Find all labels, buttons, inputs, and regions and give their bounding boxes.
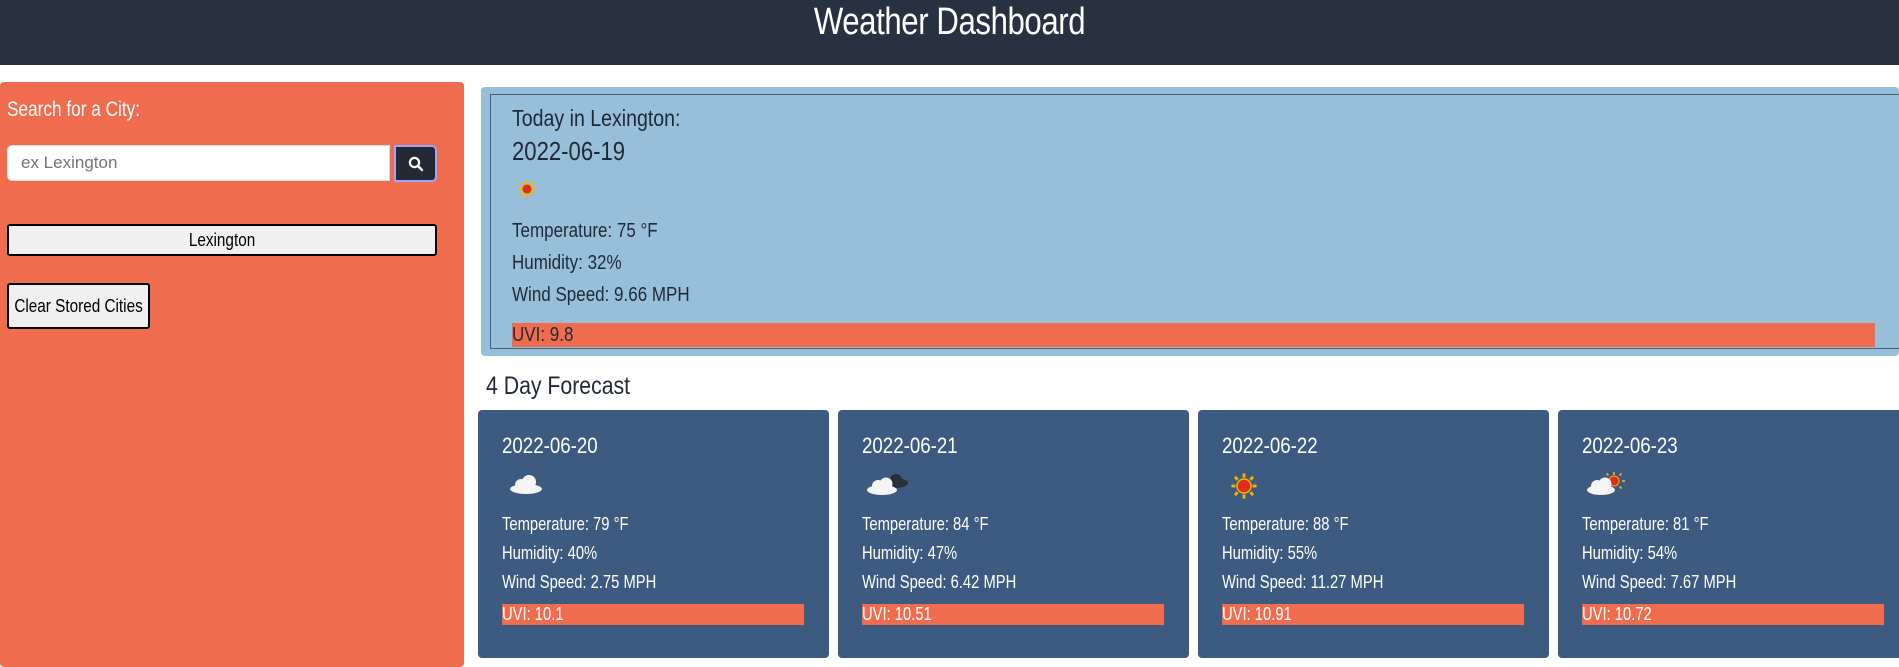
stored-city-label: Lexington: [188, 229, 256, 250]
today-uvi: UVI: 9.8: [512, 324, 574, 346]
today-humidity: Humidity: 32%: [512, 252, 622, 274]
partly-cloudy-icon: [1587, 472, 1625, 495]
cloud-icon: [510, 475, 542, 494]
forecast-temperature: Temperature: 81 °F: [1582, 514, 1709, 534]
today-temperature: Temperature: 75 °F: [512, 220, 658, 242]
forecast-card: 2022-06-20 Temperature: 79 °F Humidity: …: [478, 410, 829, 658]
forecast-date: 2022-06-20: [502, 433, 598, 458]
forecast-uvi: UVI: 10.51: [862, 604, 932, 624]
today-weather-panel: Today in Lexington: 2022-06-19 Temperatu…: [481, 87, 1899, 356]
page-title: Weather Dashboard: [813, 1, 1086, 43]
today-date: 2022-06-19: [512, 136, 626, 166]
forecast-card: 2022-06-21 Temperature: 84 °F Humidity: …: [838, 410, 1189, 658]
search-icon: [408, 156, 423, 171]
today-heading: Today in Lexington:: [512, 105, 681, 131]
forecast-temperature: Temperature: 79 °F: [502, 514, 629, 534]
today-weather-frame: Today in Lexington: 2022-06-19 Temperatu…: [490, 94, 1899, 349]
forecast-humidity: Humidity: 54%: [1582, 543, 1678, 563]
forecast-temperature: Temperature: 84 °F: [862, 514, 989, 534]
today-wind: Wind Speed: 9.66 MPH: [512, 284, 690, 306]
forecast-date: 2022-06-23: [1582, 433, 1678, 458]
forecast-humidity: Humidity: 40%: [502, 543, 598, 563]
forecast-card: 2022-06-23 Temperature: 81 °F Humidity: …: [1558, 410, 1899, 658]
today-uvi-bar: UVI: 9.8: [512, 323, 1875, 347]
forecast-uvi-bar: UVI: 10.1: [502, 604, 804, 625]
stored-city-button[interactable]: Lexington: [7, 224, 437, 256]
sun-icon: [518, 180, 536, 198]
forecast-uvi-bar: UVI: 10.72: [1582, 604, 1884, 625]
clear-cities-button[interactable]: Clear Stored Cities: [7, 283, 150, 329]
forecast-temperature: Temperature: 88 °F: [1222, 514, 1349, 534]
forecast-date: 2022-06-21: [862, 433, 958, 458]
forecast-wind: Wind Speed: 2.75 MPH: [502, 572, 657, 592]
forecast-uvi-bar: UVI: 10.51: [862, 604, 1164, 625]
sun-icon: [1231, 473, 1257, 499]
clear-cities-label: Clear Stored Cities: [14, 295, 143, 316]
forecast-humidity: Humidity: 55%: [1222, 543, 1318, 563]
forecast-card: 2022-06-22 Temperature: 88 °F Humidity: …: [1198, 410, 1549, 658]
forecast-title: 4 Day Forecast: [486, 372, 631, 400]
city-search-input[interactable]: [7, 145, 390, 181]
forecast-wind: Wind Speed: 7.67 MPH: [1582, 572, 1737, 592]
forecast-humidity: Humidity: 47%: [862, 543, 958, 563]
forecast-uvi: UVI: 10.1: [502, 604, 564, 624]
app-header: Weather Dashboard: [0, 0, 1899, 65]
forecast-date: 2022-06-22: [1222, 433, 1318, 458]
search-sidebar: Search for a City: Lexington Clear Store…: [0, 82, 464, 667]
forecast-uvi-bar: UVI: 10.91: [1222, 604, 1524, 625]
forecast-uvi: UVI: 10.72: [1582, 604, 1652, 624]
dark-cloud-icon: [867, 474, 908, 495]
forecast-uvi: UVI: 10.91: [1222, 604, 1292, 624]
search-button[interactable]: [394, 145, 437, 182]
search-title: Search for a City:: [7, 98, 141, 121]
forecast-wind: Wind Speed: 6.42 MPH: [862, 572, 1017, 592]
forecast-wind: Wind Speed: 11.27 MPH: [1222, 572, 1384, 592]
